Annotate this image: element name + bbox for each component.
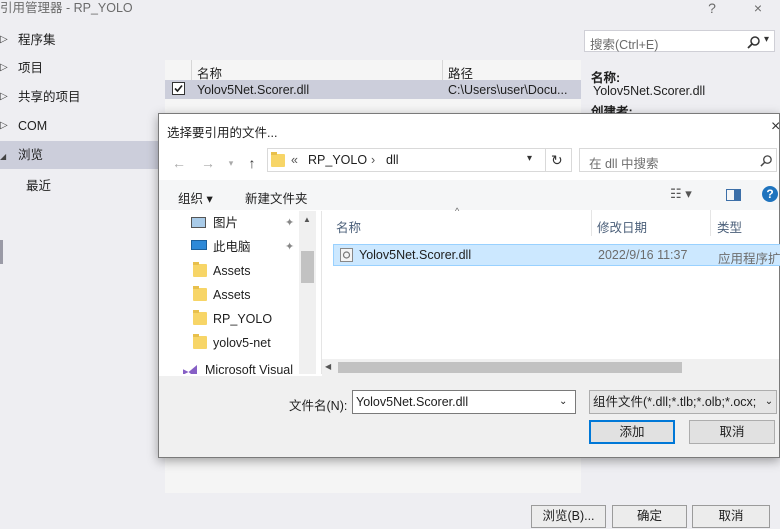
nav-item-com[interactable]: ▷ COM [0,112,158,140]
file-row[interactable]: Yolov5Net.Scorer.dll 2022/9/16 11:37 应用程… [333,244,780,266]
tree-scrollbar[interactable]: ▲ [299,211,316,374]
search-input[interactable]: 搜索(Ctrl+E) ▾ [584,30,775,52]
file-list-scrollbar[interactable]: ◀ [322,359,779,376]
filetype-value: 组件文件(*.dll;*.tlb;*.olb;*.ocx; [593,395,757,409]
visual-studio-icon [183,365,197,374]
column-header-modified[interactable]: 修改日期 [597,217,647,236]
expand-arrow-icon[interactable]: ▷ [0,26,8,54]
nav-label: 程序集 [18,33,56,47]
tree-label: 图片 [213,216,239,230]
cancel-button[interactable]: 取消 [692,505,770,528]
collapse-arrow-icon[interactable]: ◢ [0,143,6,171]
address-bar[interactable]: « RP_YOLO › dll ▾ ↻ [267,148,572,172]
filename-input[interactable]: Yolov5Net.Scorer.dll ⌄ [352,390,576,414]
sort-ascending-icon: ^ [455,206,460,216]
up-icon[interactable]: ↑ [243,154,261,172]
nav-label: 项目 [18,61,44,75]
file-modified: 2022/9/16 11:37 [598,248,688,262]
pin-icon[interactable]: ✦ [285,235,294,259]
chevron-down-icon[interactable]: ▾ [222,154,240,172]
list-header: 名称 路径 [165,60,581,81]
close-button[interactable]: × [748,0,768,18]
computer-icon [191,240,207,250]
file-name: Yolov5Net.Scorer.dll [359,248,472,262]
scrollbar-thumb[interactable] [301,251,314,283]
scroll-left-icon[interactable]: ◀ [325,362,331,371]
view-options-icon[interactable]: ☷ ▾ [670,186,692,202]
folder-icon [193,334,207,349]
folder-icon [193,286,207,301]
browse-button[interactable]: 浏览(B)... [531,505,606,528]
preview-pane-icon[interactable] [726,189,741,201]
breadcrumb-item[interactable]: dll [386,153,399,167]
breadcrumb-separator[interactable]: › [371,153,375,167]
tree-label: RP_YOLO [213,312,273,326]
chevron-down-icon[interactable]: ▾ [764,34,769,45]
folder-icon [193,310,207,325]
column-header-name[interactable]: 名称 [336,217,361,236]
filename-label: 文件名(N): [289,399,348,413]
organize-button[interactable]: 组织 ▾ [178,188,213,207]
nav-label: 最近 [26,179,52,193]
scrollbar-thumb[interactable] [0,240,3,264]
breadcrumb-overflow[interactable]: « [291,153,298,167]
ok-button[interactable]: 确定 [612,505,687,528]
tree-label: yolov5-net [213,336,271,350]
search-placeholder: 搜索(Ctrl+E) [590,38,659,52]
tree-label: 此电脑 [213,240,251,254]
help-icon[interactable]: ? [762,186,778,202]
row-path: C:\Users\user\Docu... [448,83,568,97]
nav-item-recent[interactable]: 最近 [0,172,158,200]
back-icon[interactable]: ← [170,154,188,172]
folder-icon [193,262,207,277]
column-header-type[interactable]: 类型 [717,217,742,236]
search-placeholder: 在 dll 中搜索 [589,157,659,171]
search-icon[interactable] [747,35,761,49]
nav-label: COM [18,119,48,133]
pin-icon[interactable]: ✦ [285,211,294,235]
nav-item-browse[interactable]: ◢ 浏览 [0,141,158,169]
tree-item-visual-studio[interactable]: Microsoft Visual [183,362,299,374]
scroll-up-icon[interactable]: ▲ [303,215,311,224]
row-checkbox[interactable] [172,82,185,95]
filetype-select[interactable]: 组件文件(*.dll;*.tlb;*.olb;*.ocx; ⌄ [589,390,777,414]
expand-arrow-icon[interactable]: ▷ [0,83,8,111]
nav-item-shared-projects[interactable]: ▷ 共享的项目 [0,83,158,111]
file-type: 应用程序扩展 [718,252,780,266]
nav-label: 共享的项目 [18,90,81,104]
forward-icon[interactable]: → [199,154,217,172]
file-dialog: 选择要引用的文件... × ← → ▾ ↑ « RP_YOLO › dll ▾ … [158,113,780,458]
new-folder-button[interactable]: 新建文件夹 [245,188,308,207]
detail-name-value: Yolov5Net.Scorer.dll [593,84,706,98]
dll-file-icon [340,248,353,262]
close-icon[interactable]: × [771,118,780,136]
search-icon[interactable] [760,154,773,167]
add-button[interactable]: 添加 [589,420,675,444]
tree-label: Assets [213,288,251,302]
folder-icon [271,152,285,167]
tree-label: Assets [213,264,251,278]
nav-item-projects[interactable]: ▷ 项目 [0,54,158,82]
nav-item-assemblies[interactable]: ▷ 程序集 [0,26,158,54]
search-input[interactable]: 在 dll 中搜索 [579,148,777,172]
window-title: 引用管理器 - RP_YOLO [0,1,133,15]
dialog-footer [159,376,779,457]
cancel-button[interactable]: 取消 [689,420,775,444]
breadcrumb-item[interactable]: RP_YOLO [308,153,367,167]
chevron-down-icon[interactable]: ▾ [527,153,532,164]
table-row[interactable]: Yolov5Net.Scorer.dll C:\Users\user\Docu.… [165,80,581,99]
nav-label: 浏览 [18,148,44,162]
filename-value: Yolov5Net.Scorer.dll [356,395,469,409]
scrollbar-thumb[interactable] [338,362,682,373]
expand-arrow-icon[interactable]: ▷ [0,54,8,82]
expand-arrow-icon[interactable]: ▷ [0,112,8,140]
chevron-down-icon[interactable]: ⌄ [559,391,567,413]
dialog-title: 选择要引用的文件... [167,126,278,140]
pictures-icon [191,217,206,228]
tree-label: Microsoft Visual [205,363,293,374]
help-button[interactable]: ? [702,0,722,18]
chevron-down-icon[interactable]: ⌄ [760,391,776,413]
refresh-icon[interactable]: ↻ [551,152,563,169]
row-name: Yolov5Net.Scorer.dll [197,83,310,97]
